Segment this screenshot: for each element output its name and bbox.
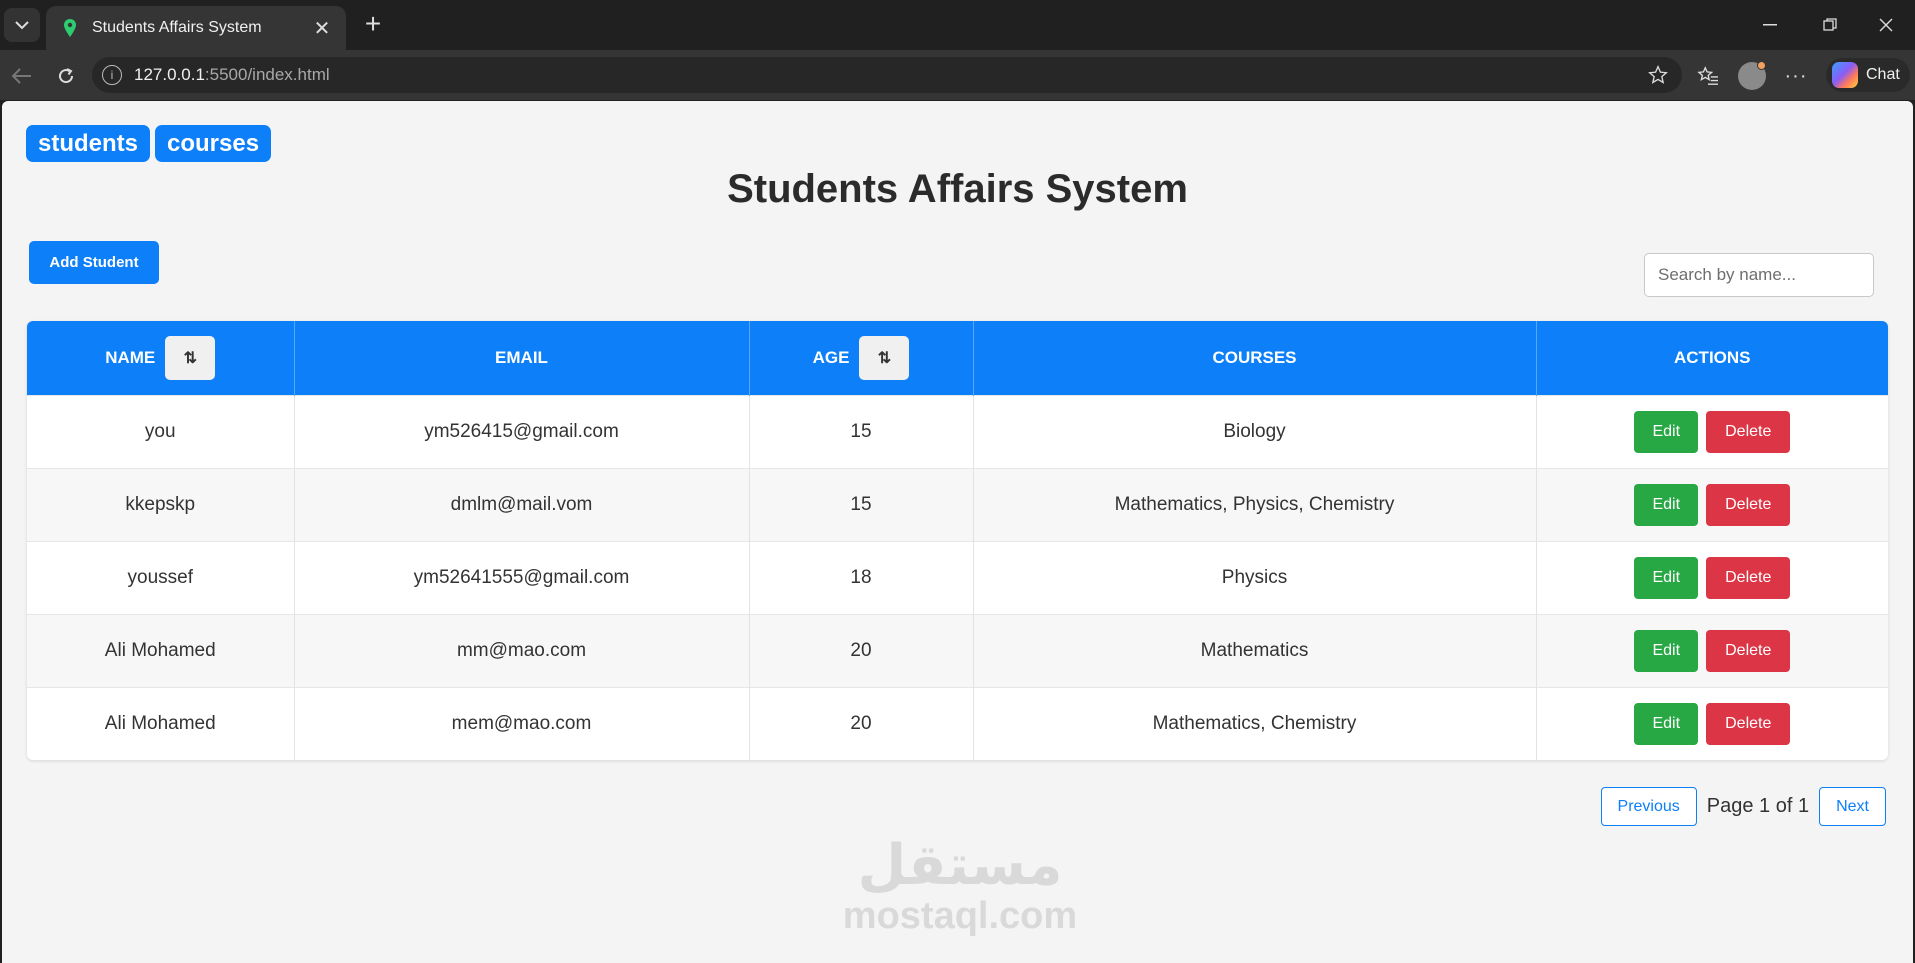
minimize-icon[interactable] xyxy=(1750,10,1790,40)
cell-email: dmlm@mail.vom xyxy=(294,467,750,541)
browser-tab-bar: Students Affairs System ✕ + xyxy=(0,0,1915,50)
close-tab-icon[interactable]: ✕ xyxy=(312,16,332,41)
cell-courses: Mathematics xyxy=(973,613,1537,687)
delete-button[interactable]: Delete xyxy=(1706,629,1791,672)
edit-button[interactable]: Edit xyxy=(1634,629,1699,672)
cell-actions: Edit Delete xyxy=(1536,540,1888,614)
nav-courses[interactable]: courses xyxy=(155,125,272,162)
edit-button[interactable]: Edit xyxy=(1634,483,1699,526)
cell-name: you xyxy=(27,394,295,468)
cell-age: 18 xyxy=(749,540,974,614)
address-bar[interactable]: i 127.0.0.1:5500/index.html xyxy=(92,57,1682,93)
search-input[interactable] xyxy=(1644,253,1874,297)
header-courses: COURSES xyxy=(973,321,1537,395)
info-icon[interactable]: i xyxy=(102,65,122,85)
cell-courses: Physics xyxy=(973,540,1537,614)
page-viewport: students courses Students Affairs System… xyxy=(2,101,1913,963)
page-status: Page 1 of 1 xyxy=(1706,795,1810,817)
sort-age-button[interactable]: ⇅ xyxy=(859,335,910,380)
cell-courses: Mathematics, Chemistry xyxy=(973,686,1537,760)
page-title: Students Affairs System xyxy=(727,167,1188,211)
cell-actions: Edit Delete xyxy=(1536,394,1888,468)
students-table: NAME ⇅ EMAIL AGE ⇅ COURSES ACTIONS you y… xyxy=(27,321,1888,760)
favorites-icon[interactable] xyxy=(1694,62,1722,90)
location-pin-icon xyxy=(60,18,80,38)
chat-label: Chat xyxy=(1866,66,1900,83)
nav-students[interactable]: students xyxy=(26,125,151,162)
delete-button[interactable]: Delete xyxy=(1706,702,1791,745)
cell-name: kkepskp xyxy=(27,467,295,541)
edit-button[interactable]: Edit xyxy=(1634,702,1699,745)
url-text: 127.0.0.1:5500/index.html xyxy=(134,65,330,84)
cell-age: 20 xyxy=(749,613,974,687)
table-row: you ym526415@gmail.com 15 Biology Edit De… xyxy=(27,394,1888,468)
pagination: Previous Page 1 of 1 Next xyxy=(1600,787,1886,826)
cell-name: Ali Mohamed xyxy=(27,686,295,760)
cell-age: 20 xyxy=(749,686,974,760)
table-header-row: NAME ⇅ EMAIL AGE ⇅ COURSES ACTIONS xyxy=(27,321,1888,395)
header-name: NAME ⇅ xyxy=(27,321,295,395)
more-options-icon[interactable]: ··· xyxy=(1782,62,1810,90)
main-nav: students courses xyxy=(26,125,272,162)
cell-actions: Edit Delete xyxy=(1536,686,1888,760)
edit-button[interactable]: Edit xyxy=(1634,410,1699,453)
table-row: Ali Mohamed mem@mao.com 20 Mathematics, … xyxy=(27,686,1888,760)
table-row: kkepskp dmlm@mail.vom 15 Mathematics, Ph… xyxy=(27,467,1888,541)
delete-button[interactable]: Delete xyxy=(1706,410,1791,453)
cell-actions: Edit Delete xyxy=(1536,613,1888,687)
browser-tab[interactable]: Students Affairs System ✕ xyxy=(46,6,346,50)
reload-icon[interactable] xyxy=(50,60,82,92)
copilot-icon xyxy=(1832,62,1858,88)
cell-email: mm@mao.com xyxy=(294,613,750,687)
header-age-label: AGE xyxy=(812,347,850,367)
tab-title: Students Affairs System xyxy=(92,19,262,36)
cell-age: 15 xyxy=(749,467,974,541)
cell-email: ym526415@gmail.com xyxy=(294,394,750,468)
back-icon[interactable] xyxy=(6,60,38,92)
delete-button[interactable]: Delete xyxy=(1706,556,1791,599)
close-window-icon[interactable] xyxy=(1866,10,1906,40)
table-row: youssef ym52641555@gmail.com 18 Physics … xyxy=(27,540,1888,614)
add-student-button[interactable]: Add Student xyxy=(29,241,159,284)
sort-name-button[interactable]: ⇅ xyxy=(165,335,216,380)
browser-toolbar: i 127.0.0.1:5500/index.html ··· Chat xyxy=(0,50,1915,100)
table-row: Ali Mohamed mm@mao.com 20 Mathematics Ed… xyxy=(27,613,1888,687)
watermark-arabic: مستقل xyxy=(857,833,1063,898)
header-actions: ACTIONS xyxy=(1536,321,1888,395)
restore-icon[interactable] xyxy=(1810,10,1850,40)
cell-courses: Mathematics, Physics, Chemistry xyxy=(973,467,1537,541)
next-page-button[interactable]: Next xyxy=(1819,787,1886,826)
watermark-latin: mostaql.com xyxy=(842,895,1078,937)
header-age: AGE ⇅ xyxy=(749,321,974,395)
previous-page-button[interactable]: Previous xyxy=(1600,787,1697,826)
cell-name: Ali Mohamed xyxy=(27,613,295,687)
edit-button[interactable]: Edit xyxy=(1634,556,1699,599)
copilot-chat-button[interactable]: Chat xyxy=(1826,58,1910,92)
cell-actions: Edit Delete xyxy=(1536,467,1888,541)
notification-dot xyxy=(1757,61,1766,70)
delete-button[interactable]: Delete xyxy=(1706,483,1791,526)
cell-name: youssef xyxy=(27,540,295,614)
watermark: مستقل mostaql.com xyxy=(840,833,1080,937)
cell-email: ym52641555@gmail.com xyxy=(294,540,750,614)
header-email: EMAIL xyxy=(294,321,750,395)
new-tab-icon[interactable]: + xyxy=(358,10,388,40)
cell-age: 15 xyxy=(749,394,974,468)
cell-email: mem@mao.com xyxy=(294,686,750,760)
header-name-label: NAME xyxy=(105,347,156,367)
chevron-down-icon xyxy=(15,21,29,30)
star-icon[interactable] xyxy=(1646,63,1670,87)
tab-list-button[interactable] xyxy=(4,8,40,42)
cell-courses: Biology xyxy=(973,394,1537,468)
